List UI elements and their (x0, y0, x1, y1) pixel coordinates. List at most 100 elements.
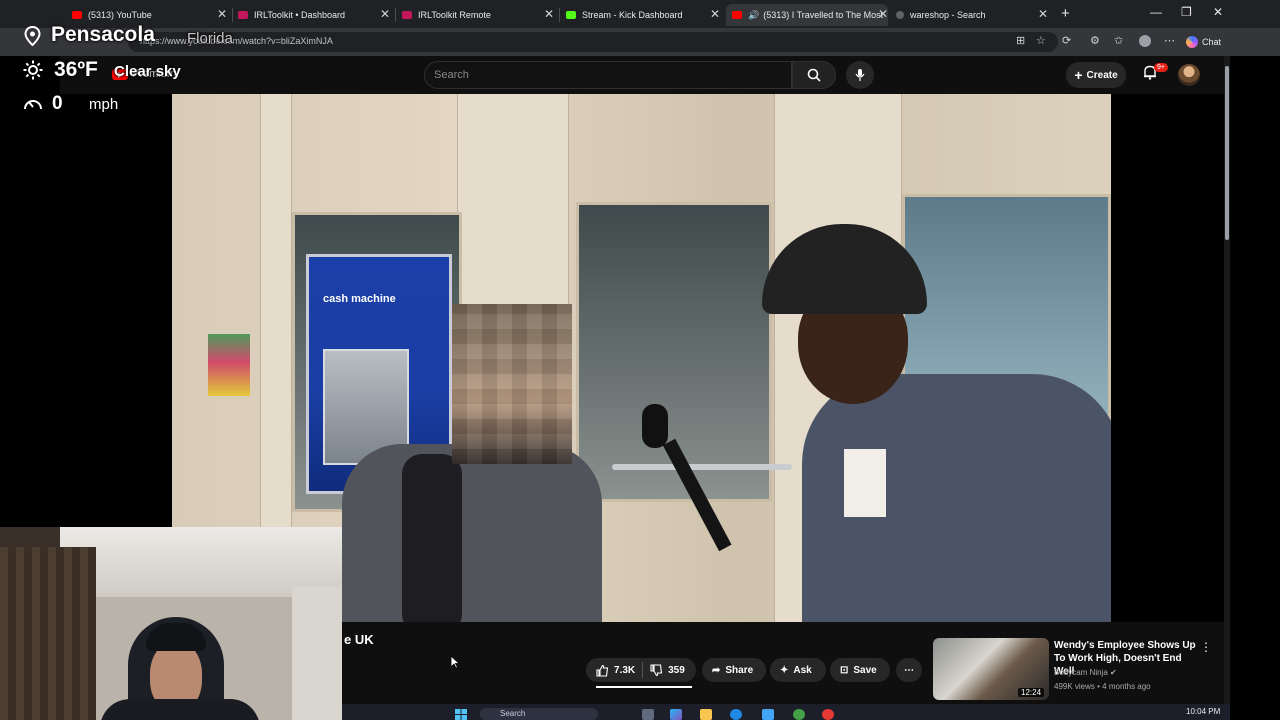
room-wall (292, 587, 342, 720)
tab-active-video[interactable]: 🔊 (5313) I Travelled to The Most ✕ (726, 4, 888, 26)
file-explorer-icon[interactable] (700, 709, 712, 720)
recommended-video-meta: 499K views • 4 months ago (1054, 682, 1151, 691)
close-window-button[interactable]: ✕ (1213, 5, 1223, 19)
apps-icon[interactable]: ⊞ (1016, 34, 1025, 47)
share-icon: ➦ (712, 664, 721, 676)
youtube-favicon-icon (732, 11, 742, 19)
tab-label: IRLToolkit Remote (418, 10, 491, 20)
taskbar-app-icon[interactable] (642, 709, 654, 720)
recommended-channel[interactable]: Bodycam Ninja ✔ (1054, 668, 1117, 677)
taskbar-app-icon[interactable] (670, 709, 682, 720)
close-icon[interactable]: ✕ (1038, 7, 1048, 21)
webcam-overlay (0, 527, 342, 720)
chat-label: Chat (1202, 37, 1222, 47)
omnibox[interactable]: https://www.youtube.com/watch?v=bliZaXim… (128, 32, 1058, 52)
close-icon[interactable]: ✕ (878, 7, 888, 21)
ask-button[interactable]: ✦ Ask (770, 658, 826, 682)
sparkle-icon: ✦ (780, 664, 789, 676)
dislike-count[interactable]: 359 (668, 665, 685, 676)
account-avatar[interactable] (1178, 64, 1200, 86)
temperature: 36ºF (54, 58, 98, 81)
mic-icon (855, 69, 865, 81)
channel-name[interactable]: Bodycam Ninja (1054, 668, 1108, 677)
youtube-header: Premium Search + Create 9+ (60, 56, 1224, 94)
search-button[interactable] (792, 61, 836, 89)
url-text[interactable]: https://www.youtube.com/watch?v=bliZaXim… (140, 36, 333, 46)
search-favicon-icon (896, 11, 904, 19)
speedometer-icon (24, 100, 42, 110)
streamer-cap (146, 623, 206, 651)
voice-search-button[interactable] (846, 61, 874, 89)
speed-unit: mph (89, 96, 119, 113)
tab-label: Stream - Kick Dashboard (582, 10, 683, 20)
plus-icon: + (1074, 67, 1083, 83)
windows-taskbar (342, 704, 1230, 720)
mouse-cursor-icon (450, 655, 460, 669)
refresh-icon[interactable]: ⟳ (1062, 34, 1071, 47)
pixelated-face (452, 304, 572, 464)
new-tab-button[interactable]: + (1061, 5, 1070, 22)
edge-browser-icon[interactable] (730, 709, 742, 720)
interviewee-sweater (342, 444, 602, 622)
tab-label: wareshop - Search (910, 10, 986, 20)
xbox-icon[interactable] (793, 709, 805, 720)
irltoolkit-favicon-icon (238, 11, 248, 19)
wall-poster (208, 334, 250, 396)
taskbar-search-label: Search (500, 709, 526, 718)
close-icon[interactable]: ✕ (217, 7, 227, 21)
tab-label: (5313) YouTube (88, 10, 152, 20)
curtain (0, 547, 96, 720)
more-vert-icon[interactable]: ⋮ (1200, 640, 1212, 654)
dislike-icon[interactable] (650, 663, 663, 677)
speed-value: 0 (52, 93, 63, 114)
scrollbar-thumb[interactable] (1225, 66, 1229, 240)
save-button[interactable]: ⊡ Save (830, 658, 890, 682)
sun-icon (23, 60, 43, 80)
more-actions-button[interactable]: ⋯ (896, 658, 922, 682)
tab-irltoolkit-dashboard[interactable]: IRLToolkit • Dashboard ✕ (238, 4, 390, 26)
speaker-icon[interactable]: 🔊 (748, 10, 759, 21)
like-icon[interactable] (596, 664, 609, 677)
copilot-chat-button[interactable]: Chat (1186, 32, 1230, 52)
close-icon[interactable]: ✕ (710, 7, 720, 21)
close-icon[interactable]: ✕ (544, 7, 554, 21)
tab-wareshop-search[interactable]: wareshop - Search ✕ (896, 4, 1048, 26)
like-count[interactable]: 7.3K (614, 665, 635, 676)
browser-tab-strip: (5313) YouTube ✕ IRLToolkit • Dashboard … (0, 0, 1280, 28)
windows-icon[interactable] (455, 709, 467, 720)
close-icon[interactable]: ✕ (380, 7, 390, 21)
search-input[interactable]: Search (424, 61, 792, 89)
restore-button[interactable]: ❐ (1181, 5, 1192, 19)
search-placeholder: Search (434, 69, 469, 81)
tab-kick-dashboard[interactable]: Stream - Kick Dashboard ✕ (566, 4, 720, 26)
save-icon: ⊡ (840, 664, 849, 676)
extensions-icon[interactable]: ⚙ (1090, 34, 1100, 47)
bookmark-star-icon[interactable]: ☆ (1036, 34, 1046, 47)
backpack (402, 454, 462, 622)
favorites-icon[interactable]: ✩ (1114, 34, 1123, 47)
share-button[interactable]: ➦ Share (702, 658, 766, 682)
share-label: Share (725, 664, 754, 676)
tab-irltoolkit-remote[interactable]: IRLToolkit Remote ✕ (402, 4, 554, 26)
search-icon (807, 68, 821, 82)
notification-badge: 9+ (1154, 63, 1168, 72)
minimize-button[interactable]: — (1150, 5, 1162, 19)
like-ratio-bar (596, 686, 692, 688)
more-icon[interactable]: ⋯ (1164, 34, 1175, 47)
microphone (642, 404, 668, 448)
taskbar-app-icon[interactable] (822, 709, 834, 720)
taskbar-clock[interactable]: 10:04 PM (1186, 707, 1220, 716)
like-dislike-group: 7.3K 359 (586, 658, 696, 682)
interviewee (342, 304, 602, 622)
ask-label: Ask (793, 664, 812, 676)
profile-avatar[interactable] (1139, 35, 1151, 47)
save-label: Save (853, 664, 877, 676)
taskbar-search[interactable]: Search (480, 708, 598, 720)
kick-favicon-icon (566, 11, 576, 19)
location-pin-icon (24, 26, 41, 46)
interviewer (762, 224, 1111, 622)
irltoolkit-favicon-icon (402, 11, 412, 19)
taskbar-app-icon[interactable] (762, 709, 774, 720)
create-button[interactable]: + Create (1066, 62, 1126, 88)
video-duration: 12:24 (1018, 688, 1045, 697)
